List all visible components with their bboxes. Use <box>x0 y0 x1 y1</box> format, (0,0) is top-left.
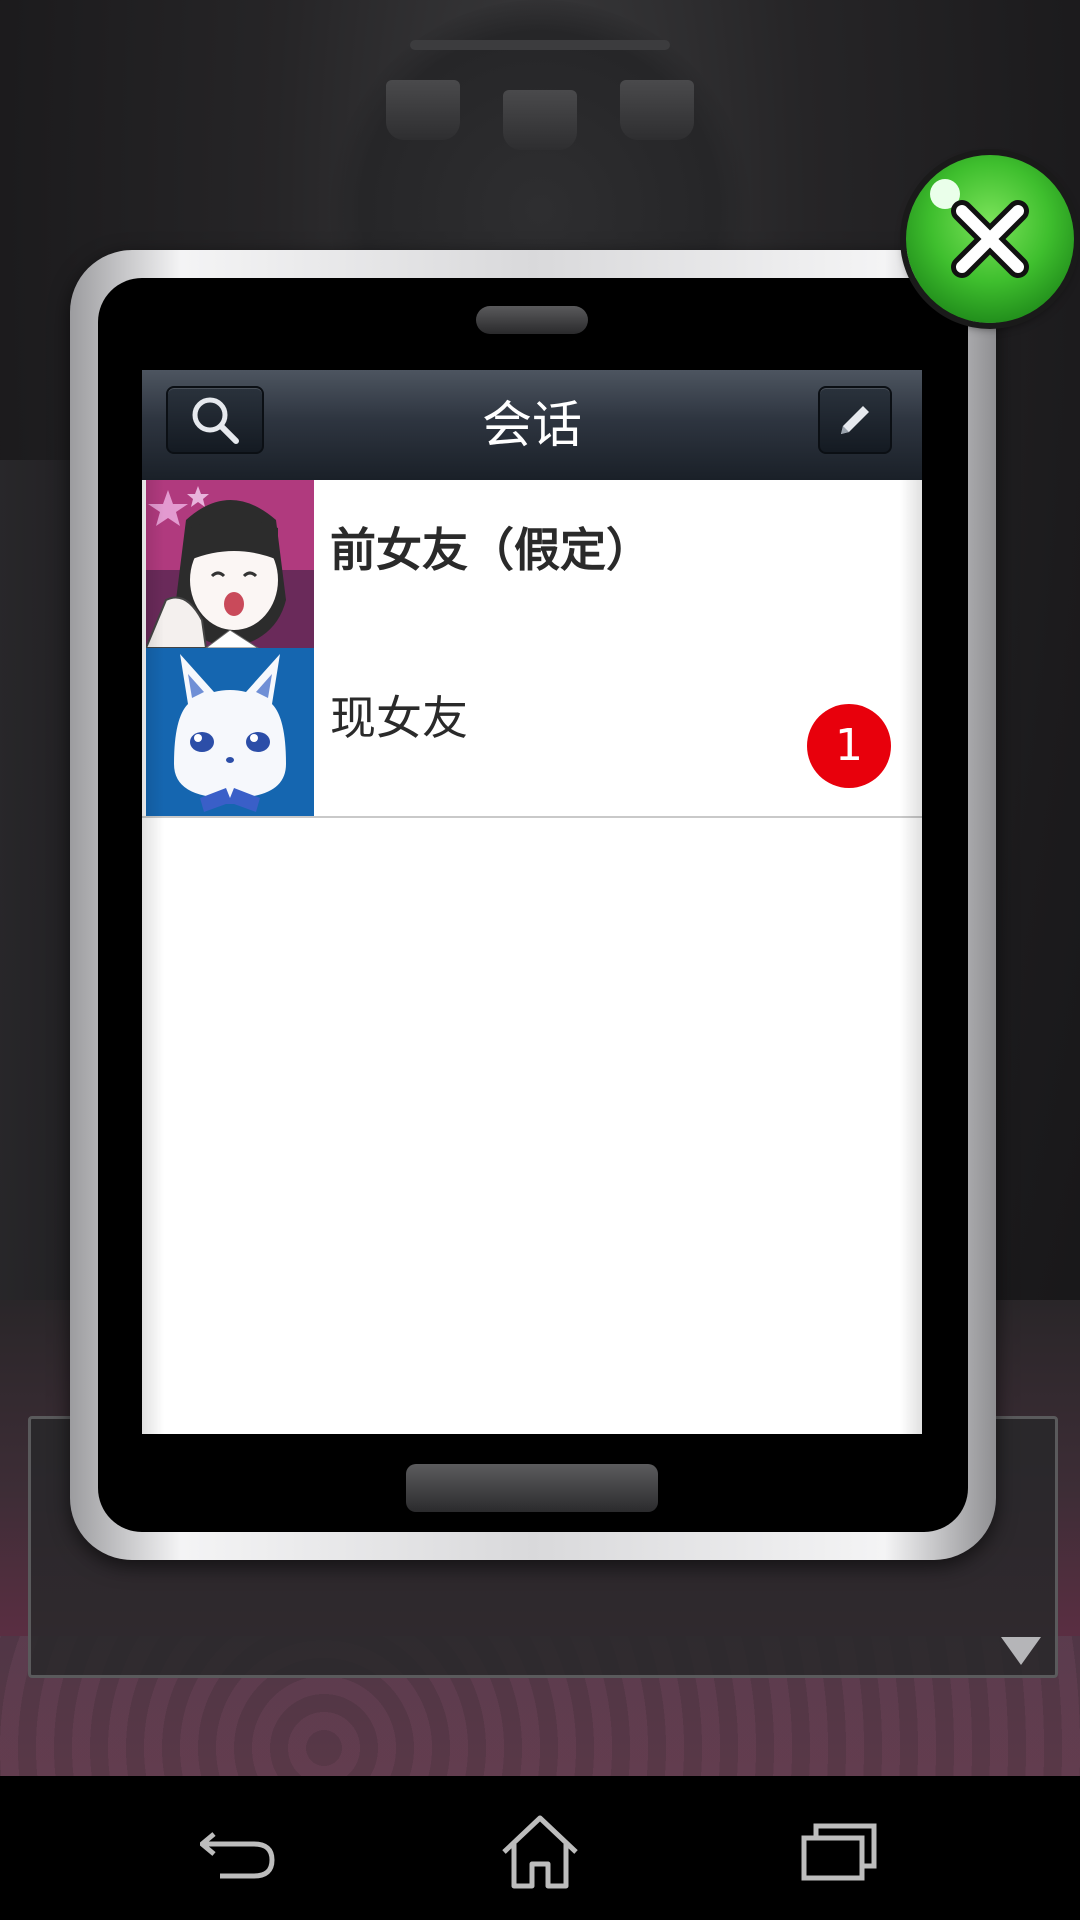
compose-button[interactable] <box>818 386 892 454</box>
conversation-row[interactable]: 现女友 1 <box>142 648 922 818</box>
system-navbar <box>0 1776 1080 1920</box>
conversation-name: 前女友（假定） <box>330 523 652 577</box>
conversation-header: 会话 <box>142 370 922 480</box>
phone-speaker <box>476 306 588 334</box>
phone-home-button[interactable] <box>406 1464 658 1512</box>
home-icon <box>502 1815 578 1889</box>
back-button[interactable] <box>190 1812 290 1892</box>
recent-apps-button[interactable] <box>790 1812 890 1892</box>
avatar-ex-girlfriend <box>146 480 314 648</box>
pencil-icon <box>841 406 869 434</box>
close-button[interactable] <box>906 155 1074 323</box>
close-x-icon <box>951 200 1029 278</box>
conversation-row[interactable]: 前女友（假定） <box>142 480 922 650</box>
avatar-current-girlfriend <box>146 648 314 816</box>
home-button[interactable] <box>490 1812 590 1892</box>
back-icon <box>200 1832 275 1879</box>
unread-badge: 1 <box>807 704 891 788</box>
chandelier-decoration <box>380 0 700 160</box>
conversation-name: 现女友 <box>330 691 468 745</box>
recent-apps-icon <box>801 1823 877 1881</box>
phone-screen: 会话 前女友（假定） 现女友 1 <box>142 370 922 1434</box>
page-title: 会话 <box>482 396 582 454</box>
next-arrow-icon[interactable] <box>1001 1637 1041 1665</box>
